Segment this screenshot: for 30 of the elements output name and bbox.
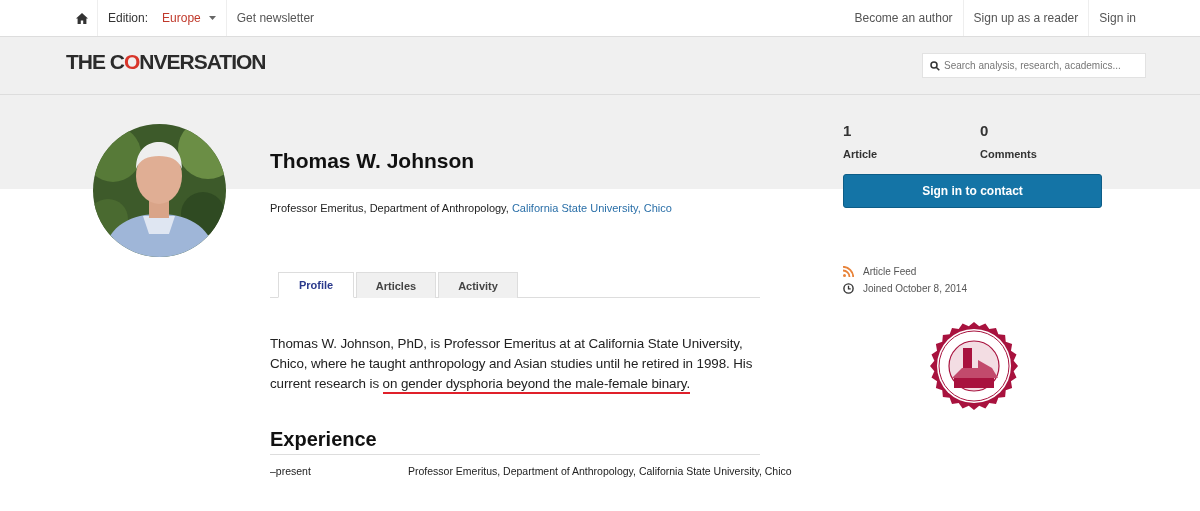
- stat-count: 0: [980, 122, 990, 139]
- author-name: Thomas W. Johnson: [270, 149, 476, 173]
- home-icon: [75, 12, 88, 24]
- search-field[interactable]: Search analysis, research, academics...: [922, 53, 1146, 78]
- experience-period: –present: [270, 465, 312, 477]
- clock-icon: [843, 283, 854, 294]
- edition-label: Edition:: [108, 11, 149, 25]
- nav-link[interactable]: Become an author: [844, 0, 963, 36]
- bio-paragraph: Thomas W. Johnson, PhD, is Professor Emeritus at at California State University, Chico, where he taught anthropology and Asian studies until he retired in 1998. His current research is on gender dysphoria beyond the male-female binary.: [270, 334, 760, 394]
- nav-link[interactable]: Sign up as a reader: [962, 0, 1089, 36]
- contact-button[interactable]: Sign in to contact: [843, 174, 1102, 208]
- profile-tab[interactable]: Articles: [356, 272, 436, 298]
- caret-icon: [208, 16, 216, 20]
- nav-link[interactable]: Sign in: [1088, 0, 1146, 36]
- stat-count: 1: [843, 122, 853, 139]
- site-logo[interactable]: THE CONVERSATION: [66, 49, 266, 74]
- profile-tab[interactable]: Profile: [278, 272, 354, 298]
- stat-label: Article: [843, 148, 879, 160]
- search-icon: [930, 61, 940, 71]
- feed-link[interactable]: Article Feed: [863, 266, 917, 277]
- experience-heading: Experience: [270, 428, 760, 455]
- profile-tab[interactable]: Activity: [438, 272, 518, 298]
- experience-role: Professor Emeritus, Department of Anthropology, California State University, Chico: [408, 465, 792, 477]
- rss-icon: [843, 266, 854, 277]
- affiliation-text: Professor Emeritus, Department of Anthropology, California State University, Chico: [270, 202, 673, 214]
- edition-dropdown[interactable]: Europe: [162, 11, 216, 25]
- joined-date: Joined October 8, 2014: [863, 283, 967, 294]
- nav-link[interactable]: Get newsletter: [226, 0, 325, 36]
- stat-label: Comments: [980, 148, 1037, 160]
- university-link[interactable]: California State University, Chico: [511, 202, 672, 214]
